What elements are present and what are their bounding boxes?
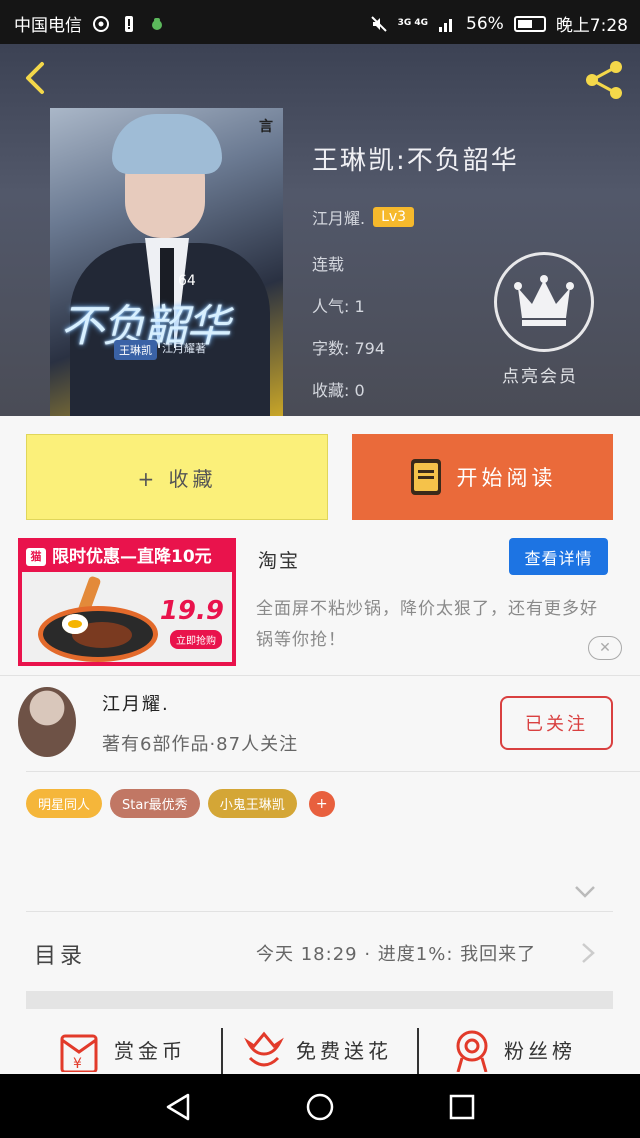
add-tag-button[interactable]: + [308, 791, 335, 817]
book-header: 言 64 不负韶华 王琳凯 江月耀著 王琳凯:不负韶华 江月耀. Lv3 连载 … [0, 44, 640, 416]
red-envelope-icon: ¥ [60, 1034, 98, 1072]
reward-coins-button[interactable]: ¥ 赏金币 [56, 1026, 186, 1072]
nav-recents-icon[interactable] [447, 1092, 477, 1122]
reward-coins-label: 赏金币 [114, 1038, 186, 1063]
toc-label[interactable]: 目录 [34, 938, 86, 970]
collect-button[interactable]: + 收藏 [26, 434, 328, 520]
clock: 晚上7:28 [555, 16, 628, 36]
mute-icon [370, 15, 387, 32]
back-icon[interactable] [18, 60, 54, 96]
chevron-down-icon[interactable] [574, 885, 596, 899]
close-icon[interactable]: ✕ [588, 636, 622, 660]
medal-icon [456, 1030, 488, 1072]
vip-label[interactable]: 点亮会员 [502, 362, 578, 387]
start-reading-label: 开始阅读 [456, 466, 557, 490]
follow-button[interactable]: 已关注 [500, 696, 613, 750]
cover-badge: 言 [259, 119, 273, 135]
sync-icon [93, 15, 109, 32]
system-nav-bar [0, 1074, 640, 1138]
book-cover[interactable]: 言 64 不负韶华 王琳凯 江月耀著 [50, 108, 283, 416]
bottom-actions: ¥ 赏金币 免费送花 粉丝榜 [0, 1026, 640, 1074]
avatar[interactable] [18, 687, 76, 757]
ad-image[interactable]: 限时优惠—直降10元 猫 19.9 立即抢购 [18, 538, 236, 666]
level-badge: Lv3 [373, 207, 415, 227]
share-icon[interactable] [582, 58, 626, 102]
tag-list: 明星同人 Star最优秀 小鬼王琳凯 + [26, 789, 335, 818]
tmall-logo: 猫 [26, 548, 46, 566]
nav-back-icon[interactable] [164, 1092, 194, 1122]
cover-number: 64 [178, 273, 196, 289]
signal-icon [439, 18, 453, 32]
divider [417, 1028, 419, 1074]
ad-source: 淘宝 [258, 550, 301, 572]
book-popularity: 人气: 1 [312, 297, 365, 316]
divider [26, 911, 613, 912]
android-bug-icon [152, 17, 162, 30]
ad-buy-now: 立即抢购 [170, 630, 222, 649]
network-type: 3G 4G [397, 18, 429, 28]
vip-crown-button[interactable] [494, 252, 594, 352]
book-status: 连载 [312, 255, 345, 274]
book-author[interactable]: 江月耀. [312, 205, 365, 229]
section-spacer [26, 991, 613, 1009]
tag-item[interactable]: 小鬼王琳凯 [207, 789, 297, 818]
battery-icon [513, 15, 546, 32]
ad-description[interactable]: 全面屏不粘炒锅，降价太狠了，还有更多好锅等你抢！ [256, 594, 604, 656]
tag-item[interactable]: Star最优秀 [110, 789, 200, 818]
book-favorites: 收藏: 0 [312, 381, 365, 400]
cover-author: 江月耀著 [162, 342, 206, 355]
fan-ranking-button[interactable]: 粉丝榜 [452, 1026, 576, 1072]
book-word-count: 字数: 794 [312, 339, 386, 358]
carrier-label: 中国电信 [14, 16, 82, 36]
ad-price: 19.9 [159, 596, 224, 626]
alert-icon [125, 15, 133, 32]
flower-icon [244, 1031, 284, 1067]
divider [221, 1028, 223, 1074]
book-icon [410, 459, 441, 495]
divider [0, 675, 640, 676]
chevron-right-icon[interactable] [580, 941, 596, 965]
author-meta: 著有6部作品·87人关注 [102, 734, 299, 755]
start-reading-button[interactable]: 开始阅读 [352, 434, 613, 520]
ad-details-button[interactable]: 查看详情 [509, 538, 608, 575]
crown-icon [514, 275, 574, 326]
send-flowers-label: 免费送花 [296, 1038, 392, 1063]
book-title: 王琳凯:不负韶华 [312, 146, 519, 176]
ad-banner: 限时优惠—直降10元 [22, 542, 232, 572]
author-name[interactable]: 江月耀. [102, 690, 170, 716]
book-info: 王琳凯:不负韶华 江月耀. Lv3 连载 人气: 1 字数: 794 收藏: 0 [312, 140, 519, 401]
divider [26, 771, 640, 772]
send-flowers-button[interactable]: 免费送花 [244, 1026, 392, 1072]
tag-item[interactable]: 明星同人 [26, 789, 103, 818]
fan-ranking-label: 粉丝榜 [504, 1038, 576, 1063]
nav-home-icon[interactable] [305, 1092, 335, 1122]
battery-percent: 56% [466, 13, 504, 34]
svg-text:¥: ¥ [73, 1056, 86, 1072]
cover-name-tag: 王琳凯 [114, 340, 157, 360]
status-bar: 中国电信 3G 4G 56% 晚上7:28 [0, 0, 640, 44]
toc-latest-chapter[interactable]: 今天 18:29 · 进度1%: 我回来了 [256, 940, 536, 966]
